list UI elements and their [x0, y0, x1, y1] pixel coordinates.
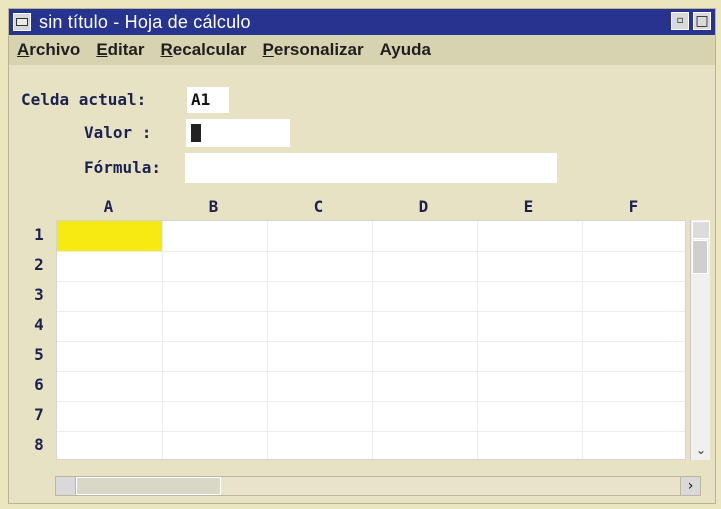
- column-headers: A B C D E F: [56, 194, 686, 220]
- text-cursor: [191, 124, 201, 142]
- scroll-left-button[interactable]: [56, 477, 76, 495]
- gridline-col-1: [162, 221, 163, 459]
- cell-info-panel: Celda actual: A1 Valor : Fórmula:: [9, 65, 715, 195]
- menu-archivo-rest: rchivo: [29, 40, 81, 59]
- menu-archivo-access: A: [17, 40, 30, 59]
- gridline-col-4: [477, 221, 478, 459]
- menu-personalizar[interactable]: Personalizar: [255, 40, 372, 60]
- column-header-a[interactable]: A: [56, 194, 161, 220]
- scroll-up-button[interactable]: [692, 221, 710, 239]
- window-title: sin título - Hoja de cálculo: [39, 11, 251, 32]
- row-header-6[interactable]: 6: [24, 370, 54, 400]
- title-bar: sin título - Hoja de cálculo ▫ □: [9, 9, 715, 35]
- current-cell-box: A1: [187, 87, 229, 113]
- formula-input[interactable]: [185, 153, 557, 183]
- row-headers: 1 2 3 4 5 6 7 8: [24, 220, 54, 460]
- cells-area[interactable]: [56, 220, 686, 460]
- menu-editar-access: E: [96, 40, 108, 59]
- vertical-scrollbar[interactable]: ⌄: [690, 220, 710, 460]
- window-controls: ▫ □: [671, 12, 711, 30]
- column-header-f[interactable]: F: [581, 194, 686, 220]
- column-header-e[interactable]: E: [476, 194, 581, 220]
- chevron-down-icon[interactable]: ⌄: [692, 441, 710, 459]
- gridline-row-2: [57, 281, 685, 282]
- gridline-row-5: [57, 371, 685, 372]
- menu-editar-rest: ditar: [107, 40, 145, 59]
- menu-personalizar-access: P: [262, 40, 274, 59]
- gridline-row-7: [57, 431, 685, 432]
- horizontal-scroll-thumb[interactable]: [76, 477, 221, 495]
- gridline-row-6: [57, 401, 685, 402]
- value-input[interactable]: [186, 119, 290, 147]
- row-header-1[interactable]: 1: [24, 220, 54, 250]
- menu-archivo[interactable]: Archivo: [9, 40, 88, 60]
- row-header-7[interactable]: 7: [24, 400, 54, 430]
- menu-recalcular-access: R: [160, 40, 173, 59]
- menu-personalizar-rest: ersonalizar: [273, 40, 364, 59]
- window-menu-icon[interactable]: [13, 13, 31, 31]
- value-label: Valor :: [84, 123, 152, 142]
- vertical-scroll-thumb[interactable]: [692, 240, 708, 274]
- gridline-row-3: [57, 311, 685, 312]
- spreadsheet-window: sin título - Hoja de cálculo ▫ □ Archivo…: [8, 8, 716, 504]
- column-header-d[interactable]: D: [371, 194, 476, 220]
- maximize-button[interactable]: □: [693, 12, 711, 30]
- chevron-right-icon[interactable]: ›: [680, 477, 700, 495]
- row-header-3[interactable]: 3: [24, 280, 54, 310]
- menu-editar[interactable]: Editar: [88, 40, 152, 60]
- current-cell-value: A1: [191, 90, 211, 109]
- menu-recalcular[interactable]: Recalcular: [153, 40, 255, 60]
- active-cell-a1[interactable]: [57, 221, 162, 251]
- row-header-8[interactable]: 8: [24, 430, 54, 460]
- row-header-2[interactable]: 2: [24, 250, 54, 280]
- menu-recalcular-rest: ecalcular: [172, 40, 247, 59]
- formula-label: Fórmula:: [84, 158, 162, 177]
- column-header-b[interactable]: B: [161, 194, 266, 220]
- row-header-5[interactable]: 5: [24, 340, 54, 370]
- gridline-col-3: [372, 221, 373, 459]
- menu-ayuda[interactable]: Ayuda: [372, 40, 439, 60]
- gridline-col-2: [267, 221, 268, 459]
- spreadsheet-grid: A B C D E F 1 2 3 4 5 6 7 8 ⌄: [24, 194, 710, 464]
- minimize-button[interactable]: ▫: [671, 12, 689, 30]
- menu-bar: Archivo Editar Recalcular Personalizar A…: [9, 35, 715, 65]
- column-header-c[interactable]: C: [266, 194, 371, 220]
- gridline-row-1: [57, 251, 685, 252]
- gridline-row-4: [57, 341, 685, 342]
- current-cell-label: Celda actual:: [21, 90, 147, 109]
- row-header-4[interactable]: 4: [24, 310, 54, 340]
- gridline-col-5: [582, 221, 583, 459]
- horizontal-scrollbar[interactable]: ›: [55, 476, 701, 496]
- window-menu-icon-inner: [16, 18, 28, 26]
